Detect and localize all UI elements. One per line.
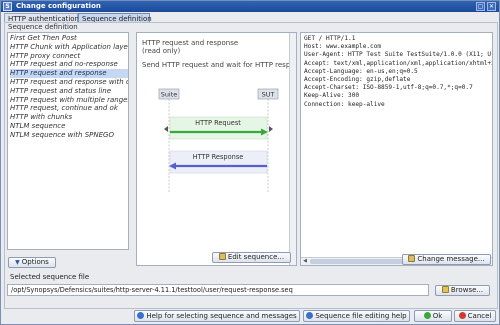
sequence-description-panel: HTTP request and response (read only) Se… — [136, 32, 297, 266]
message-line: Host: www.example.com — [304, 43, 382, 51]
actor-sut: SUT — [262, 91, 275, 99]
message-line: Connection: keep-alive — [304, 100, 385, 108]
list-item[interactable]: HTTP request and no-response — [10, 60, 128, 69]
http-response-label: HTTP Response — [193, 153, 244, 161]
list-item[interactable]: HTTP request with multiple ranges — [10, 96, 128, 105]
cancel-icon — [458, 312, 466, 319]
check-icon — [423, 312, 431, 319]
message-line: Keep-Alive: 300 — [304, 92, 360, 100]
sequence-list[interactable]: First Get Then Post HTTP Chunk with Appl… — [7, 32, 129, 250]
list-item[interactable]: HTTP request and status line — [10, 87, 128, 96]
diagram-scrollbar[interactable] — [289, 33, 296, 265]
change-message-button[interactable]: Change message... — [402, 254, 491, 265]
selected-file-label: Selected sequence file — [10, 273, 90, 281]
cancel-button[interactable]: Cancel — [454, 310, 496, 322]
selected-file-field[interactable]: /opt/Synopsys/Defensics/suites/http-serv… — [7, 284, 429, 296]
help-icon — [306, 312, 314, 319]
edit-sequence-button[interactable]: Edit sequence... — [212, 252, 291, 263]
message-line: GET / HTTP/1.1 — [304, 35, 356, 42]
list-item[interactable]: HTTP proxy connect — [10, 52, 128, 61]
window-title: Change configuration — [16, 2, 101, 10]
maximize-icon[interactable]: ▢ — [476, 2, 485, 11]
list-item[interactable]: HTTP request and response with cookie — [10, 78, 128, 87]
message-line: Accept-Charset: ISO-8859-1,utf-8;q=0.7,*… — [304, 84, 473, 92]
help-sequence-button[interactable]: Help for selecting sequence and messages — [134, 310, 300, 322]
close-icon[interactable]: ✕ — [487, 2, 496, 11]
app-icon: S — [3, 2, 12, 11]
browse-button[interactable]: Browse... — [435, 285, 490, 296]
help-icon — [137, 312, 145, 319]
help-file-button[interactable]: Sequence file editing help — [303, 310, 410, 322]
message-line: Accept-Language: en-us,en;q=0.5 — [304, 67, 418, 75]
sequence-diagram: Suite SUT HTTP Request HTTP Response — [158, 88, 279, 193]
list-item[interactable]: NTLM sequence with SPNEGO — [10, 131, 128, 140]
title-bar: S Change configuration ▢ ✕ — [1, 1, 499, 12]
edit-icon — [408, 255, 416, 262]
list-item[interactable]: NTLM sequence — [10, 122, 128, 131]
message-line: User-Agent: HTTP Test Suite TestSuite/1.… — [304, 51, 493, 59]
list-item[interactable]: HTTP Chunk with Application layer — [10, 43, 128, 52]
http-request-label: HTTP Request — [195, 119, 241, 127]
message-line: Accept-Encoding: gzip,deflate — [304, 76, 411, 83]
message-line: Accept: text/xml,application/xml,applica… — [304, 59, 493, 67]
ok-button[interactable]: Ok — [414, 310, 452, 322]
sequence-definition-label: Sequence definition — [8, 23, 78, 31]
list-item[interactable]: HTTP request, continue and ok — [10, 104, 128, 113]
folder-icon — [441, 286, 449, 293]
message-text-area[interactable]: GET / HTTP/1.1 Host: www.example.com Use… — [300, 32, 493, 266]
scroll-left-icon[interactable]: ◀ — [301, 258, 309, 265]
list-item-selected[interactable]: HTTP request and response — [10, 69, 128, 78]
list-item[interactable]: First Get Then Post — [10, 34, 128, 43]
list-item[interactable]: HTTP with chunks — [10, 113, 128, 122]
actor-suite: Suite — [161, 91, 178, 99]
options-button[interactable]: ▼ Options — [8, 257, 56, 268]
edit-icon — [218, 253, 226, 260]
triangle-down-icon: ▼ — [15, 259, 20, 266]
change-configuration-window: S Change configuration ▢ ✕ HTTP authenti… — [0, 0, 500, 325]
